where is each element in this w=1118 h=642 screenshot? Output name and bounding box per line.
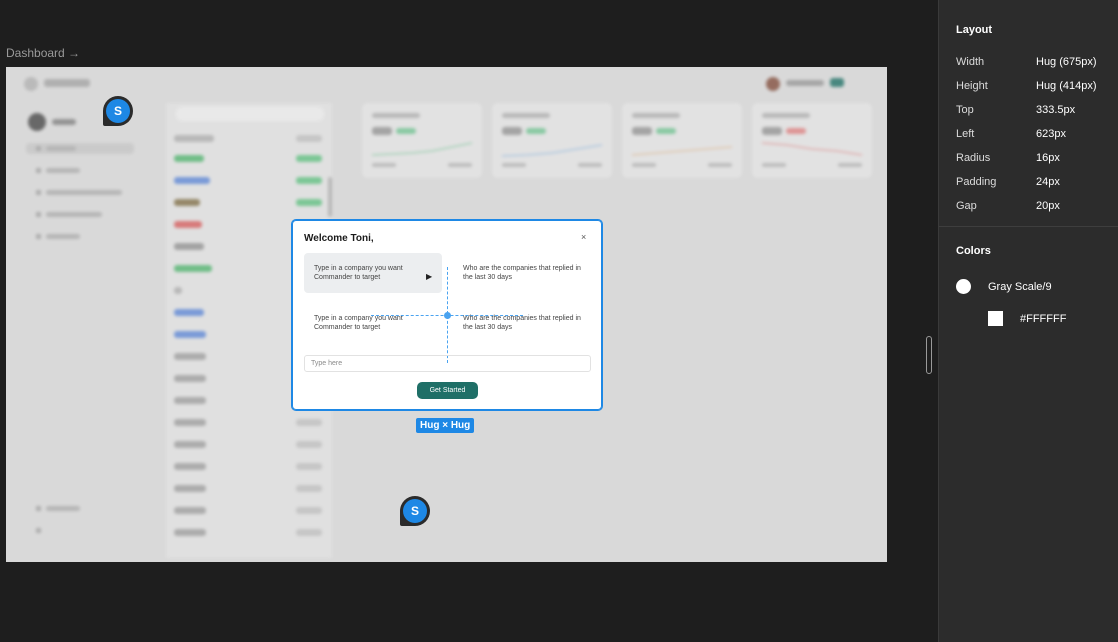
collaborator-avatar-pin[interactable]: S [103,96,133,126]
list-item [174,135,322,143]
stat-card [752,103,872,178]
gap-label: Gap [956,200,977,212]
width-label: Width [956,56,985,68]
list-search [176,107,324,121]
logo-text-placeholder [44,79,90,87]
stat-card [492,103,612,178]
top-label: Top [956,104,974,116]
height-label: Height [956,80,988,92]
selection-size-tag: Hug × Hug [416,418,475,433]
collaborator-avatar-pin[interactable]: S [400,496,430,526]
colors-heading: Colors [956,245,991,257]
left-label: Left [956,128,975,140]
sidebar-item [26,231,134,242]
sidebar-item [26,143,134,154]
color-hex-value[interactable]: #FFFFFF [1020,313,1066,325]
padding-label: Padding [956,176,997,188]
radius-label: Radius [956,152,991,164]
list-scrollbar [328,177,332,217]
frame-label[interactable]: Dashboard → [6,46,80,60]
logo-icon [24,77,38,91]
close-icon[interactable]: × [581,232,586,242]
top-value[interactable]: 333.5px [1036,104,1075,116]
welcome-modal[interactable]: Welcome Toni, × Type in a company you wa… [291,219,603,411]
modal-title: Welcome Toni, [304,233,374,244]
panel-divider [939,226,1118,227]
list-item [174,177,322,185]
width-value[interactable]: Hug (675px) [1036,56,1097,68]
list-item [174,507,322,515]
stat-card [362,103,482,178]
sidebar-item [26,165,134,176]
list-item [174,441,322,449]
left-value[interactable]: 623px [1036,128,1066,140]
avatar [28,113,46,131]
padding-value[interactable]: 24px [1036,176,1060,188]
get-started-button[interactable]: Get Started [417,382,478,399]
sidebar-item [26,209,134,220]
stat-card [622,103,742,178]
app-topbar [6,67,887,103]
mouse-cursor-icon: ▶ [426,272,433,281]
sidebar-item [26,503,134,514]
color-swatch[interactable] [988,311,1003,326]
list-item [174,485,322,493]
radius-value[interactable]: 16px [1036,152,1060,164]
suggestion-option[interactable]: Type in a company you want Commander to … [304,303,442,343]
design-canvas[interactable]: Dashboard → Welcome Toni, × Type in a co… [0,0,938,642]
layout-heading: Layout [956,24,993,36]
avatar: S [403,499,427,523]
avatar [766,77,780,91]
sidebar [20,107,138,557]
gap-guide-handle[interactable] [444,312,451,319]
suggestion-option[interactable]: Who are the companies that replied in th… [453,253,591,293]
list-item [174,155,322,163]
prompt-input[interactable]: Type here [304,355,591,372]
gap-value[interactable]: 20px [1036,200,1060,212]
suggestion-option[interactable]: Who are the companies that replied in th… [453,303,591,343]
suggestion-option[interactable]: Type in a company you want Commander to … [304,253,442,293]
sidebar-item [26,525,134,536]
list-item [174,463,322,471]
list-item [174,529,322,537]
height-value[interactable]: Hug (414px) [1036,80,1097,92]
color-style-name[interactable]: Gray Scale/9 [988,281,1052,293]
color-style-swatch[interactable] [956,279,971,294]
avatar: S [106,99,130,123]
user-chip [766,77,856,91]
properties-panel: Layout Width Hug (675px) Height Hug (414… [938,0,1118,642]
sidebar-item [26,187,134,198]
list-item [174,419,322,427]
list-item [174,199,322,207]
canvas-scrollbar[interactable] [926,336,932,374]
